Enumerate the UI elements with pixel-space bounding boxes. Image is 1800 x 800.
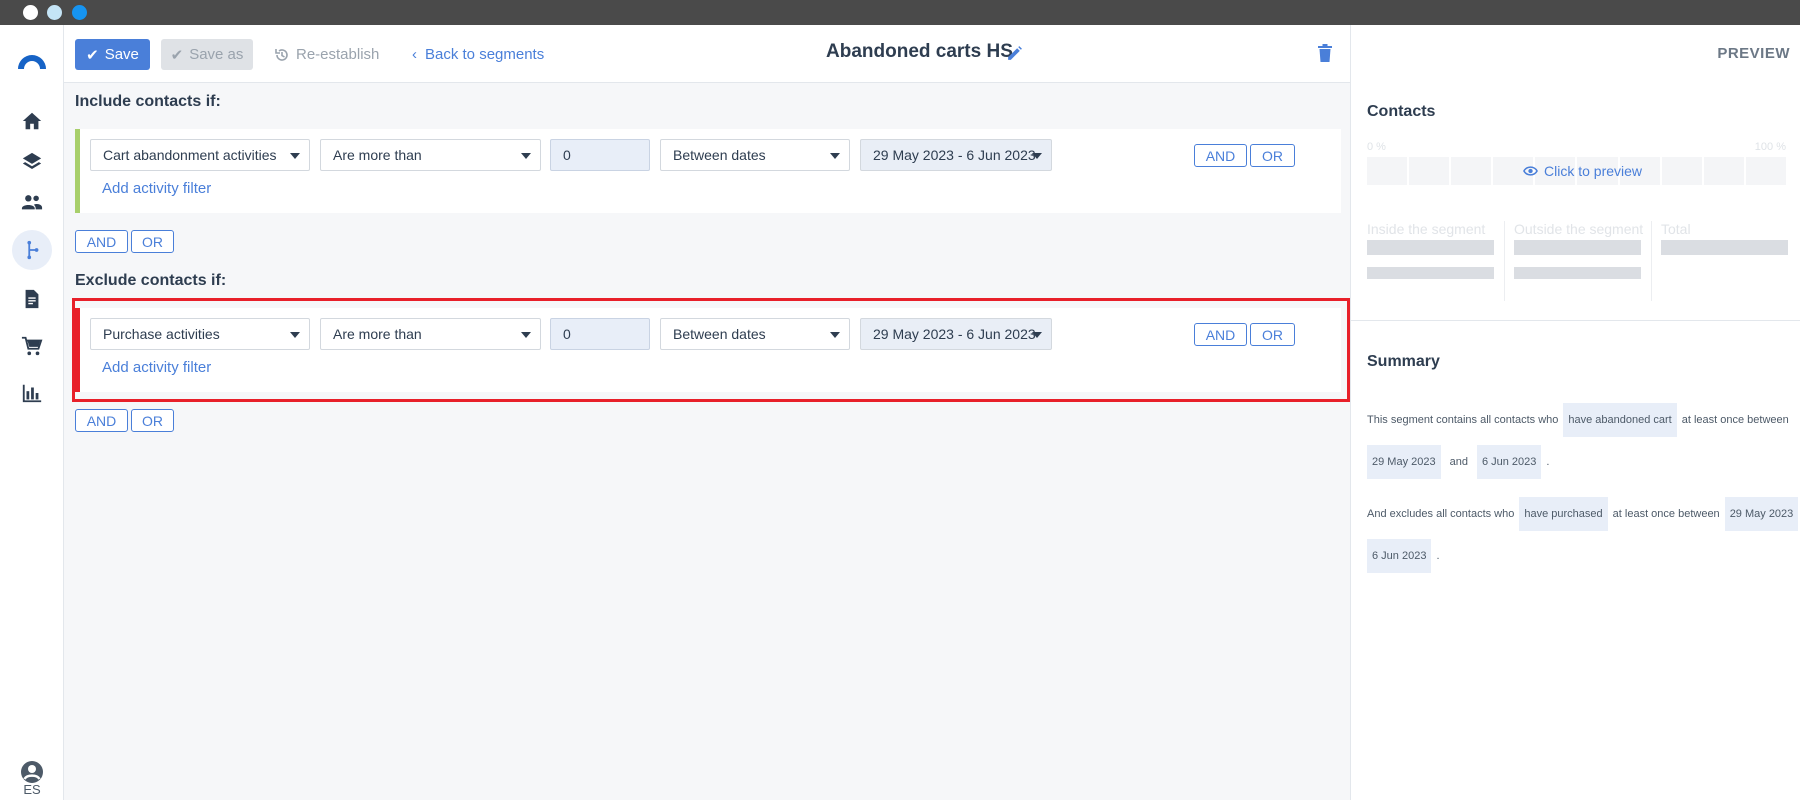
sidebar-item-contacts[interactable] (12, 182, 52, 222)
editor-toolbar: ✔ Save ✔ Save as Re-establish ‹ Back to … (64, 25, 1350, 83)
group-or-button[interactable]: OR (131, 230, 174, 253)
brand-logo-icon[interactable] (16, 43, 48, 75)
outside-segment-stat: Outside the segment (1514, 221, 1643, 279)
add-activity-filter-link[interactable]: Add activity filter (102, 180, 211, 197)
document-icon (25, 289, 39, 309)
reports-icon (22, 384, 42, 403)
preview-label: PREVIEW (1717, 45, 1790, 62)
user-account-icon[interactable] (20, 760, 44, 784)
layers-icon (22, 152, 42, 170)
sidebar-item-ecommerce[interactable] (12, 326, 52, 366)
language-selector[interactable]: ES (0, 782, 64, 797)
date-range-select[interactable]: 29 May 2023 - 6 Jun 2023 (860, 139, 1052, 171)
include-rule: Cart abandonment activities Are more tha… (75, 129, 1341, 213)
include-rule-indicator (75, 129, 80, 213)
summary-chip: 6 Jun 2023 (1476, 445, 1542, 479)
back-to-segments-link[interactable]: ‹ Back to segments (412, 39, 544, 70)
preview-panel: PREVIEW Contacts 0 % 100 % Click to prev… (1350, 25, 1800, 800)
exclude-section-title: Exclude contacts if: (75, 272, 227, 289)
window-minimize-button[interactable] (47, 5, 62, 20)
sidebar-item-home[interactable] (12, 101, 52, 141)
group-and-button[interactable]: AND (75, 409, 128, 432)
summary-chip: have purchased (1519, 497, 1608, 531)
total-stat: Total (1661, 221, 1788, 255)
include-section-title: Include contacts if: (75, 93, 221, 110)
period-select[interactable]: Between dates (660, 139, 850, 171)
chevron-left-icon: ‹ (412, 46, 417, 63)
scale-max-label: 100 % (1754, 141, 1786, 153)
check-icon: ✔ (170, 46, 184, 64)
history-icon (275, 48, 288, 61)
sidebar-item-reports[interactable] (12, 373, 52, 413)
condition-select[interactable]: Are more than (320, 139, 541, 171)
eye-icon (1523, 166, 1538, 176)
summary-line: And excludes all contacts who have purch… (1367, 497, 1800, 531)
group-or-button[interactable]: OR (131, 409, 174, 432)
count-input[interactable]: 0 (550, 139, 650, 171)
page-title: Abandoned carts HS (826, 41, 1013, 62)
window-close-button[interactable] (23, 5, 38, 20)
segments-icon (27, 240, 39, 260)
check-icon: ✔ (86, 46, 99, 64)
group-and-button[interactable]: AND (75, 230, 128, 253)
caret-down-icon (290, 153, 300, 159)
rule-and-button[interactable]: AND (1194, 144, 1247, 167)
highlight-box (72, 298, 1350, 402)
summary-chip: 6 Jun 2023 (1367, 539, 1432, 573)
home-icon (22, 112, 42, 130)
pencil-icon[interactable] (1006, 45, 1023, 62)
cart-icon (21, 336, 43, 356)
click-to-preview-button[interactable]: Click to preview (1523, 163, 1642, 179)
summary-chip: have abandoned cart (1563, 403, 1677, 437)
save-button[interactable]: ✔ Save (75, 39, 150, 70)
summary-chip: 29 May 2023 (1367, 445, 1441, 479)
trash-icon[interactable] (1317, 43, 1333, 63)
summary-line: This segment contains all contacts who h… (1367, 403, 1789, 437)
contacts-icon (21, 195, 43, 210)
window-titlebar (0, 0, 1800, 25)
summary-title: Summary (1367, 353, 1440, 370)
caret-down-icon (521, 153, 531, 159)
scale-min-label: 0 % (1367, 141, 1386, 153)
inside-segment-stat: Inside the segment (1367, 221, 1494, 279)
sidebar-item-segments[interactable] (12, 230, 52, 270)
contacts-title: Contacts (1367, 103, 1436, 120)
rule-or-button[interactable]: OR (1250, 144, 1295, 167)
summary-line: 29 May 2023 and 6 Jun 2023 . (1367, 445, 1549, 479)
sidebar: ES (0, 25, 64, 800)
caret-down-icon (830, 153, 840, 159)
save-as-button[interactable]: ✔ Save as (161, 39, 253, 70)
window-maximize-button[interactable] (72, 5, 87, 20)
segment-editor: Include contacts if: Cart abandonment ac… (64, 83, 1350, 800)
caret-down-icon (1032, 153, 1042, 159)
sidebar-item-templates[interactable] (12, 279, 52, 319)
summary-line: 6 Jun 2023 . (1367, 539, 1440, 573)
sidebar-item-campaigns[interactable] (12, 142, 52, 182)
summary-chip: 29 May 2023 (1724, 497, 1799, 531)
activity-select[interactable]: Cart abandonment activities (90, 139, 310, 171)
reestablish-button[interactable]: Re-establish (274, 39, 379, 70)
